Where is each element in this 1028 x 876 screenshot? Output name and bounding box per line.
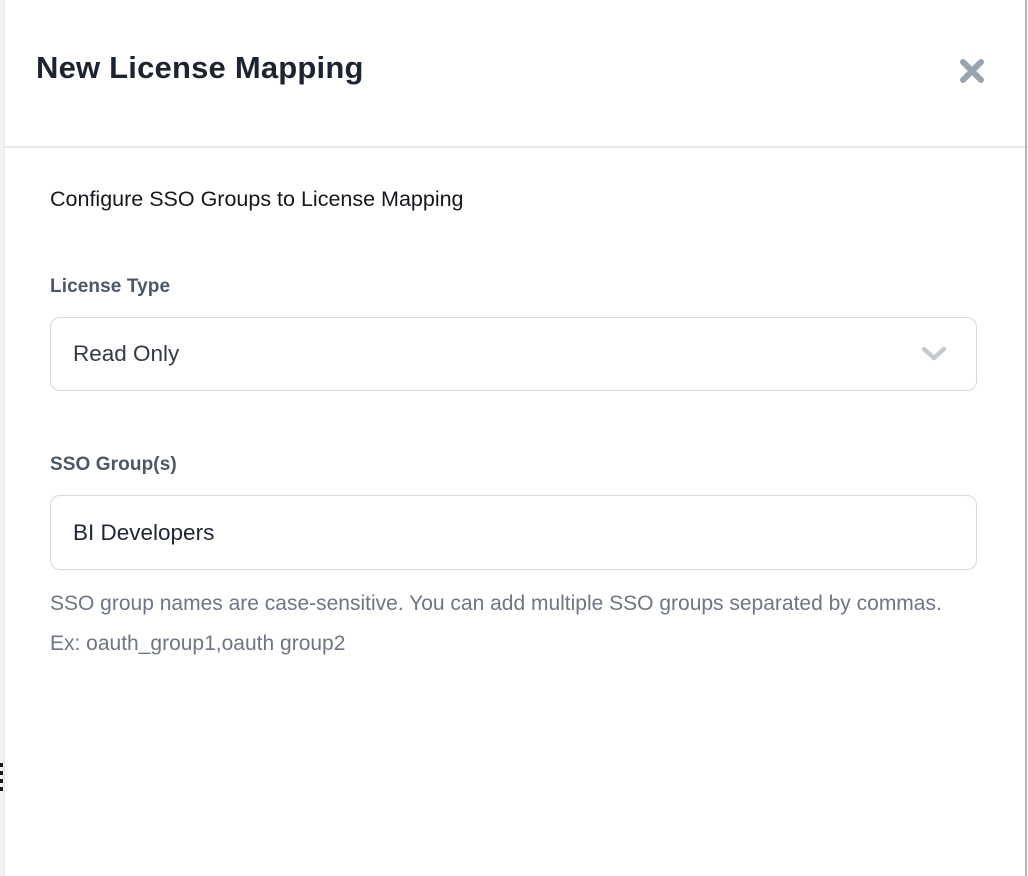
license-type-selected-value: Read Only bbox=[73, 341, 179, 367]
background-content-dash bbox=[0, 787, 3, 791]
license-type-field-group: License Type Read Only bbox=[50, 276, 982, 391]
sso-groups-field-group: SSO Group(s) SSO group names are case-se… bbox=[50, 454, 982, 664]
license-type-select[interactable]: Read Only bbox=[50, 317, 977, 391]
background-content-dash bbox=[0, 763, 3, 767]
modal-subtitle: Configure SSO Groups to License Mapping bbox=[50, 187, 982, 212]
sso-groups-help-text: SSO group names are case-sensitive. You … bbox=[50, 584, 955, 664]
new-license-mapping-modal: New License Mapping Configure SSO Groups… bbox=[5, 0, 1028, 876]
background-content-dash bbox=[0, 779, 3, 783]
license-type-label: License Type bbox=[50, 276, 982, 298]
modal-header: New License Mapping bbox=[5, 0, 1028, 148]
close-button[interactable] bbox=[956, 55, 988, 87]
spacer bbox=[50, 391, 982, 454]
background-content-dash bbox=[0, 771, 3, 775]
chevron-down-icon bbox=[920, 345, 948, 368]
close-icon bbox=[958, 57, 986, 85]
sso-groups-label: SSO Group(s) bbox=[50, 454, 982, 476]
modal-title: New License Mapping bbox=[36, 50, 364, 86]
sso-groups-input[interactable] bbox=[50, 495, 977, 570]
modal-body: Configure SSO Groups to License Mapping … bbox=[5, 148, 1028, 664]
window-right-edge bbox=[1025, 0, 1027, 876]
